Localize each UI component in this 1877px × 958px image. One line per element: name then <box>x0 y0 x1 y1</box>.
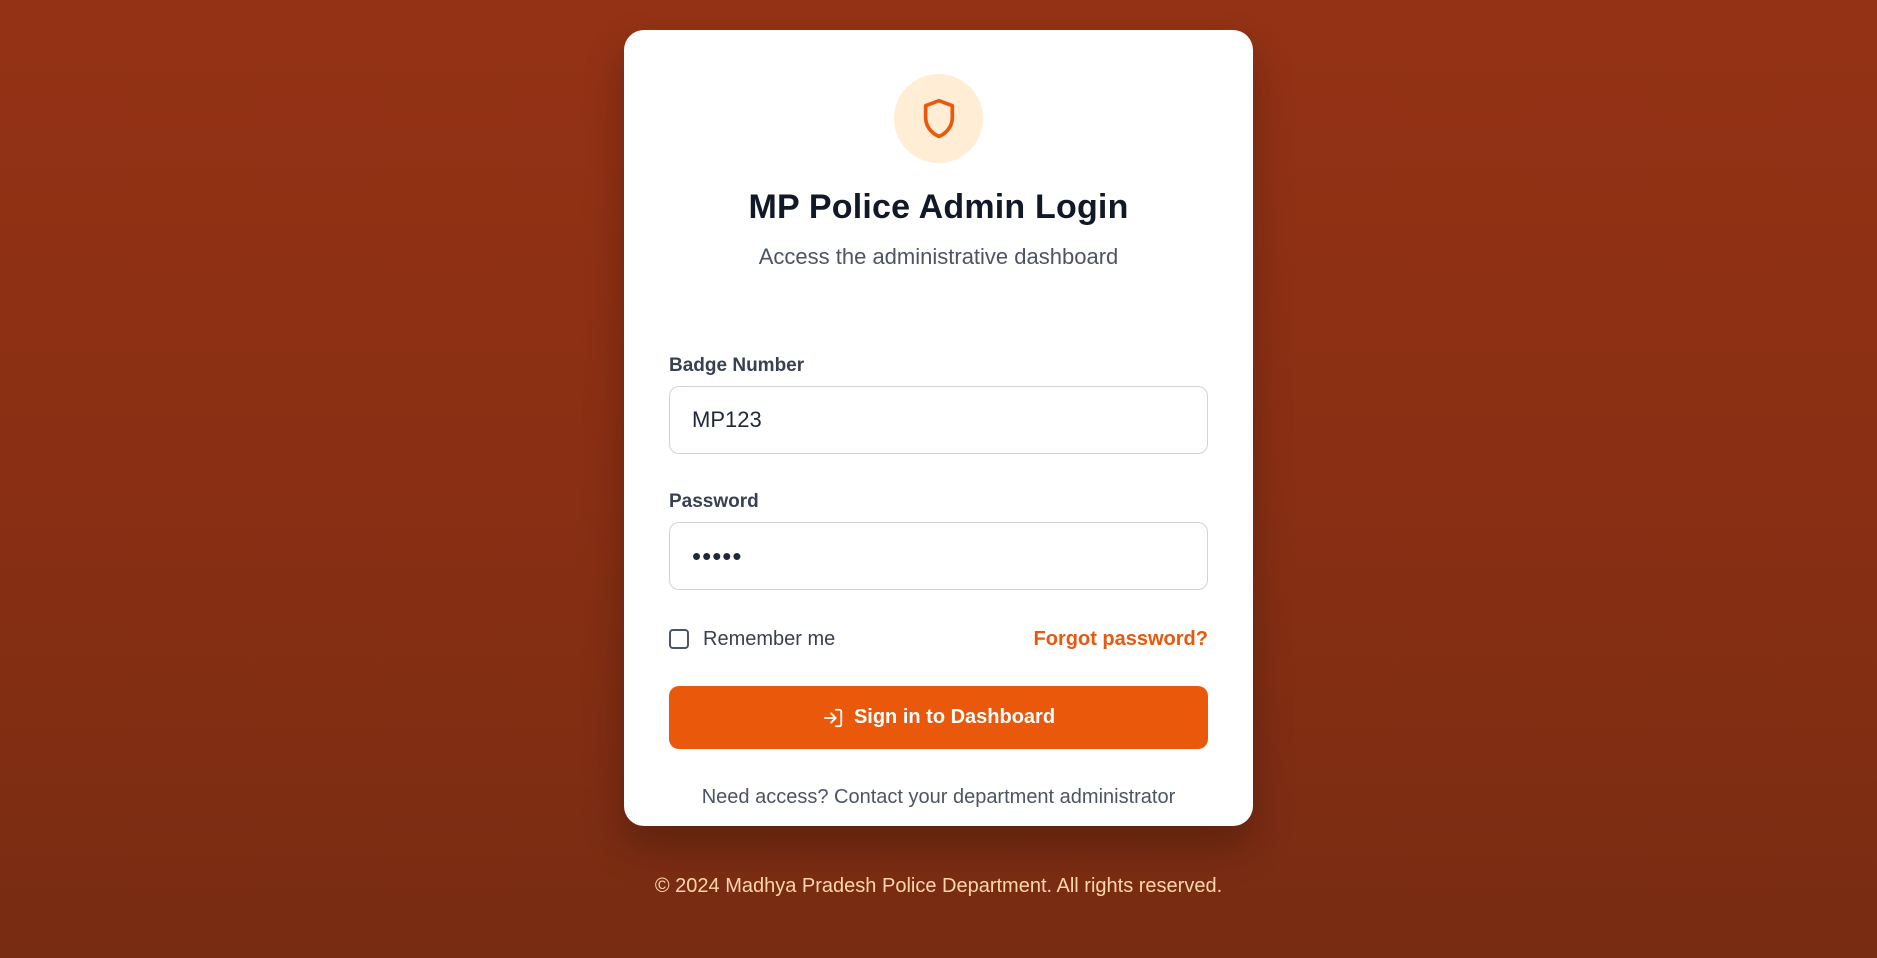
password-label: Password <box>669 491 759 512</box>
help-text: Need access? Contact your department adm… <box>701 786 1176 808</box>
page-title: MP Police Admin Login <box>748 188 1129 226</box>
sign-in-button-label: Sign in to Dashboard <box>853 706 1056 728</box>
sign-in-button[interactable]: Sign in to Dashboard <box>669 686 1208 749</box>
badge-number-label: Badge Number <box>669 355 805 376</box>
forgot-password-link[interactable]: Forgot password? <box>1034 628 1208 651</box>
remember-row: Remember me Forgot password? <box>669 626 1208 656</box>
logo-badge <box>894 74 983 163</box>
page-subtitle: Access the administrative dashboard <box>758 244 1119 269</box>
remember-me-label[interactable]: Remember me <box>703 628 835 651</box>
password-input[interactable] <box>669 522 1208 590</box>
shield-icon <box>923 98 954 138</box>
remember-me-checkbox[interactable] <box>669 629 689 649</box>
login-card: MP Police Admin Login Access the adminis… <box>624 30 1253 826</box>
badge-number-input[interactable] <box>669 386 1208 454</box>
login-arrow-icon <box>823 708 843 727</box>
footer-copyright: © 2024 Madhya Pradesh Police Department.… <box>654 875 1223 897</box>
